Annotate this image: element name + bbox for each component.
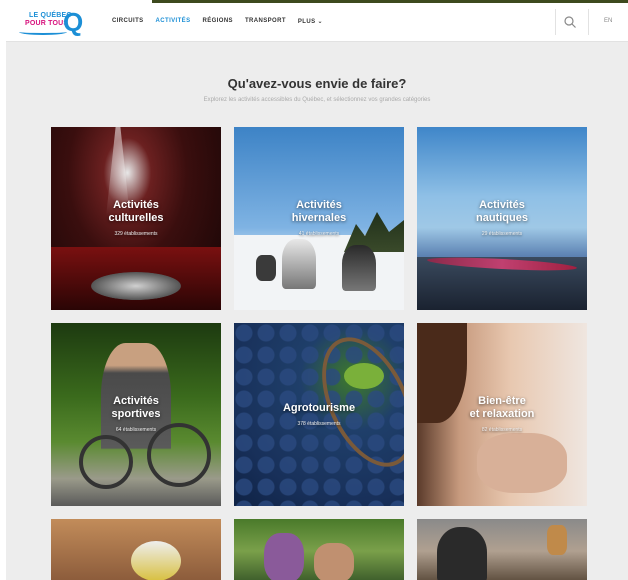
tile-title: Agrotourisme — [282, 402, 356, 414]
tile-title: Activités nautiques — [476, 199, 528, 224]
musher — [256, 255, 276, 281]
nav-item-plus-label: PLUS — [297, 19, 316, 25]
tile-row3-2[interactable] — [234, 519, 404, 580]
bird — [131, 541, 181, 580]
husky-dog — [282, 239, 316, 289]
tile-title: Activités culturelles — [108, 199, 164, 224]
tile-title: Activités sportives — [111, 395, 161, 420]
nav-divider — [555, 9, 556, 35]
person — [264, 533, 304, 580]
page-subtitle: Explorez les activités accessibles du Qu… — [203, 97, 431, 103]
husky-dog — [342, 245, 376, 291]
site-logo[interactable]: LE QUÉBEC POUR TOUS Q — [19, 9, 91, 35]
tile-count: 64 établissements — [115, 427, 157, 433]
nav-item-transport[interactable]: TRANSPORT — [245, 18, 286, 25]
raised-hand — [547, 525, 567, 555]
tile-bien-etre-relaxation[interactable]: Bien-être et relaxation 82 établissement… — [417, 323, 587, 506]
tile-activites-culturelles[interactable]: Activités culturelles 329 établissements — [51, 127, 221, 310]
person-helmet — [437, 527, 487, 580]
search-icon[interactable] — [563, 15, 577, 29]
person — [314, 543, 354, 580]
page-title: Qu'avez-vous envie de faire? — [227, 76, 407, 91]
tile-title: Bien-être et relaxation — [469, 395, 535, 420]
main-menu: CIRCUITS ACTIVITÉS RÉGIONS TRANSPORT PLU… — [112, 18, 323, 25]
tile-activites-hivernales[interactable]: Activités hivernales 41 établissements — [234, 127, 404, 310]
tile-agrotourisme[interactable]: Agrotourisme 378 établissements — [234, 323, 404, 506]
tile-row3-1[interactable] — [51, 519, 221, 580]
tile-row3-3[interactable] — [417, 519, 587, 580]
language-switch[interactable]: EN — [604, 18, 612, 24]
nav-item-activites[interactable]: ACTIVITÉS — [156, 18, 191, 25]
logo-swoosh — [19, 29, 67, 35]
wheelchair-wheel — [79, 435, 133, 489]
massage-hands — [477, 433, 567, 493]
top-navbar: LE QUÉBEC POUR TOUS Q CIRCUITS ACTIVITÉS… — [6, 3, 628, 42]
leaves — [344, 363, 384, 389]
stage-light-pool — [91, 272, 181, 300]
tile-count: 82 établissements — [481, 427, 523, 433]
tile-title: Activités hivernales — [291, 199, 347, 224]
chevron-down-icon: ⌄ — [317, 19, 323, 25]
logo-text-line2: POUR TOUS — [25, 20, 69, 27]
tile-activites-sportives[interactable]: Activités sportives 64 établissements — [51, 323, 221, 506]
tile-count: 329 établissements — [114, 231, 158, 237]
page: LE QUÉBEC POUR TOUS Q CIRCUITS ACTIVITÉS… — [6, 3, 628, 580]
nav-item-regions[interactable]: RÉGIONS — [202, 18, 232, 25]
nav-item-plus[interactable]: PLUS ⌄ — [298, 18, 323, 25]
tile-count: 29 établissements — [481, 231, 523, 237]
tile-count: 41 établissements — [298, 231, 340, 237]
nav-item-circuits[interactable]: CIRCUITS — [112, 18, 144, 25]
tile-count: 378 établissements — [297, 421, 341, 427]
tile-activites-nautiques[interactable]: Activités nautiques 29 établissements — [417, 127, 587, 310]
nav-divider — [588, 9, 589, 35]
